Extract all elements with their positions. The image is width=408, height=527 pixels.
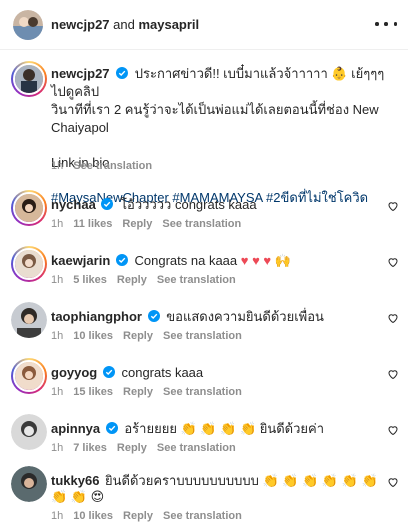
comment-meta: 1h 10 likes Reply See translation	[51, 330, 242, 342]
see-translation-button[interactable]: See translation	[163, 386, 242, 398]
verified-badge-icon	[105, 422, 118, 434]
author-link[interactable]: newcjp27	[51, 17, 110, 32]
reply-button[interactable]: Reply	[123, 386, 153, 398]
comment-body: โอ้ววววว congrats kaaa	[120, 197, 257, 212]
comment-item: apinnya อร้ายยยย 👏 👏 👏 👏 ยินดีด้วยค่า 1h…	[0, 414, 408, 470]
comment-item: kaewjarin Congrats na kaaa ♥ ♥ ♥ 🙌 1h 5 …	[0, 246, 408, 302]
caption-username[interactable]: newcjp27	[51, 66, 110, 81]
comment-username[interactable]: apinnya	[51, 421, 100, 436]
verified-badge-icon	[116, 67, 129, 79]
likes-count[interactable]: 5 likes	[73, 274, 107, 286]
timestamp[interactable]: 1h	[51, 330, 63, 342]
like-heart-icon[interactable]	[387, 476, 399, 488]
timestamp[interactable]: 1h	[51, 386, 63, 398]
heart-eyes-emoji: 😍	[90, 489, 105, 504]
comment-username[interactable]: nychaa	[51, 197, 96, 212]
likes-count[interactable]: 11 likes	[73, 218, 112, 230]
comment-body: congrats kaaa	[121, 365, 204, 380]
like-heart-icon[interactable]	[387, 424, 399, 436]
reply-button[interactable]: Reply	[117, 274, 147, 286]
avatar[interactable]	[11, 414, 47, 450]
comment-text: goyyog congrats kaaa	[51, 365, 381, 381]
comment-meta: 1h 10 likes Reply See translation	[51, 510, 242, 522]
comment-username[interactable]: goyyog	[51, 365, 97, 380]
reply-button[interactable]: Reply	[123, 510, 153, 522]
timestamp[interactable]: 1h	[51, 442, 63, 454]
comment-text: nychaa โอ้ววววว congrats kaaa	[51, 197, 381, 213]
see-translation-button[interactable]: See translation	[157, 274, 236, 286]
like-heart-icon[interactable]	[387, 312, 399, 324]
avatar[interactable]	[11, 302, 47, 338]
post-header: newcjp27 and maysapril	[0, 0, 408, 50]
verified-badge-icon	[115, 254, 128, 266]
avatar[interactable]	[11, 358, 47, 394]
comment-meta: 1h 11 likes Reply See translation	[51, 218, 241, 230]
verified-badge-icon	[147, 310, 160, 322]
heart-emoji: ♥ ♥ ♥ 🙌	[240, 253, 291, 268]
like-heart-icon[interactable]	[387, 200, 399, 212]
timestamp[interactable]: 1h	[51, 160, 63, 172]
see-translation-button[interactable]: See translation	[162, 218, 241, 230]
comment-body: Congrats na kaaa	[134, 253, 238, 268]
comment-meta: 1h 7 likes Reply See translation	[51, 442, 236, 454]
comment-item: nychaa โอ้ววววว congrats kaaa 1h 11 like…	[0, 190, 408, 246]
avatar[interactable]	[11, 246, 47, 282]
comment-body: อร้ายยยย 👏 👏 👏 👏 ยินดีด้วยค่า	[124, 421, 325, 436]
likes-count[interactable]: 15 likes	[73, 386, 113, 398]
timestamp[interactable]: 1h	[51, 218, 63, 230]
comment-meta: 1h 15 likes Reply See translation	[51, 386, 242, 398]
reply-button[interactable]: Reply	[117, 442, 147, 454]
comment-username[interactable]: kaewjarin	[51, 253, 110, 268]
comment-item: tukky66 ยินดีด้วยคราบบบบบบบบบบ 👏 👏 👏 👏 👏…	[0, 466, 408, 527]
collab-author-link[interactable]: maysapril	[138, 17, 199, 32]
comment-text: kaewjarin Congrats na kaaa ♥ ♥ ♥ 🙌	[51, 253, 381, 269]
comment-username[interactable]: taophiangphor	[51, 309, 142, 324]
timestamp[interactable]: 1h	[51, 510, 63, 522]
reply-button[interactable]: Reply	[123, 330, 153, 342]
caption-meta: 1h See translation	[51, 160, 152, 172]
like-heart-icon[interactable]	[387, 256, 399, 268]
reply-button[interactable]: Reply	[122, 218, 152, 230]
timestamp[interactable]: 1h	[51, 274, 63, 286]
comment-text: taophiangphor ขอแสดงความยินดีด้วยเพื่อน	[51, 309, 381, 325]
see-translation-button[interactable]: See translation	[163, 330, 242, 342]
comment-body: ขอแสดงความยินดีด้วยเพื่อน	[166, 309, 324, 324]
likes-count[interactable]: 10 likes	[73, 510, 113, 522]
verified-badge-icon	[102, 366, 115, 378]
more-options-icon[interactable]	[375, 14, 397, 34]
comment-text: tukky66 ยินดีด้วยคราบบบบบบบบบบ 👏 👏 👏 👏 👏…	[51, 473, 381, 505]
verified-badge-icon	[101, 198, 114, 210]
avatar[interactable]	[11, 466, 47, 502]
caption-body: newcjp27 ประกาศข่าวดี!! เบบี๋มาแล้วจ้าาา…	[51, 65, 396, 207]
like-heart-icon[interactable]	[387, 368, 399, 380]
comment-text: apinnya อร้ายยยย 👏 👏 👏 👏 ยินดีด้วยค่า	[51, 421, 381, 437]
see-translation-button[interactable]: See translation	[163, 510, 242, 522]
likes-count[interactable]: 7 likes	[73, 442, 107, 454]
likes-count[interactable]: 10 likes	[73, 330, 113, 342]
see-translation-button[interactable]: See translation	[157, 442, 236, 454]
comment-item: goyyog congrats kaaa 1h 15 likes Reply S…	[0, 358, 408, 414]
comment-meta: 1h 5 likes Reply See translation	[51, 274, 236, 286]
comment-item: taophiangphor ขอแสดงความยินดีด้วยเพื่อน …	[0, 302, 408, 358]
post-authors: newcjp27 and maysapril	[51, 17, 199, 32]
comment-username[interactable]: tukky66	[51, 473, 99, 488]
caption-text-line2: วินาทีที่เรา 2 คนรู้ว่าจะได้เป็นพ่อแม่ได…	[51, 102, 379, 135]
avatar[interactable]	[13, 10, 43, 40]
avatar[interactable]	[11, 190, 47, 226]
avatar[interactable]	[11, 61, 47, 97]
see-translation-button[interactable]: See translation	[73, 160, 152, 172]
and-text: and	[109, 17, 139, 32]
